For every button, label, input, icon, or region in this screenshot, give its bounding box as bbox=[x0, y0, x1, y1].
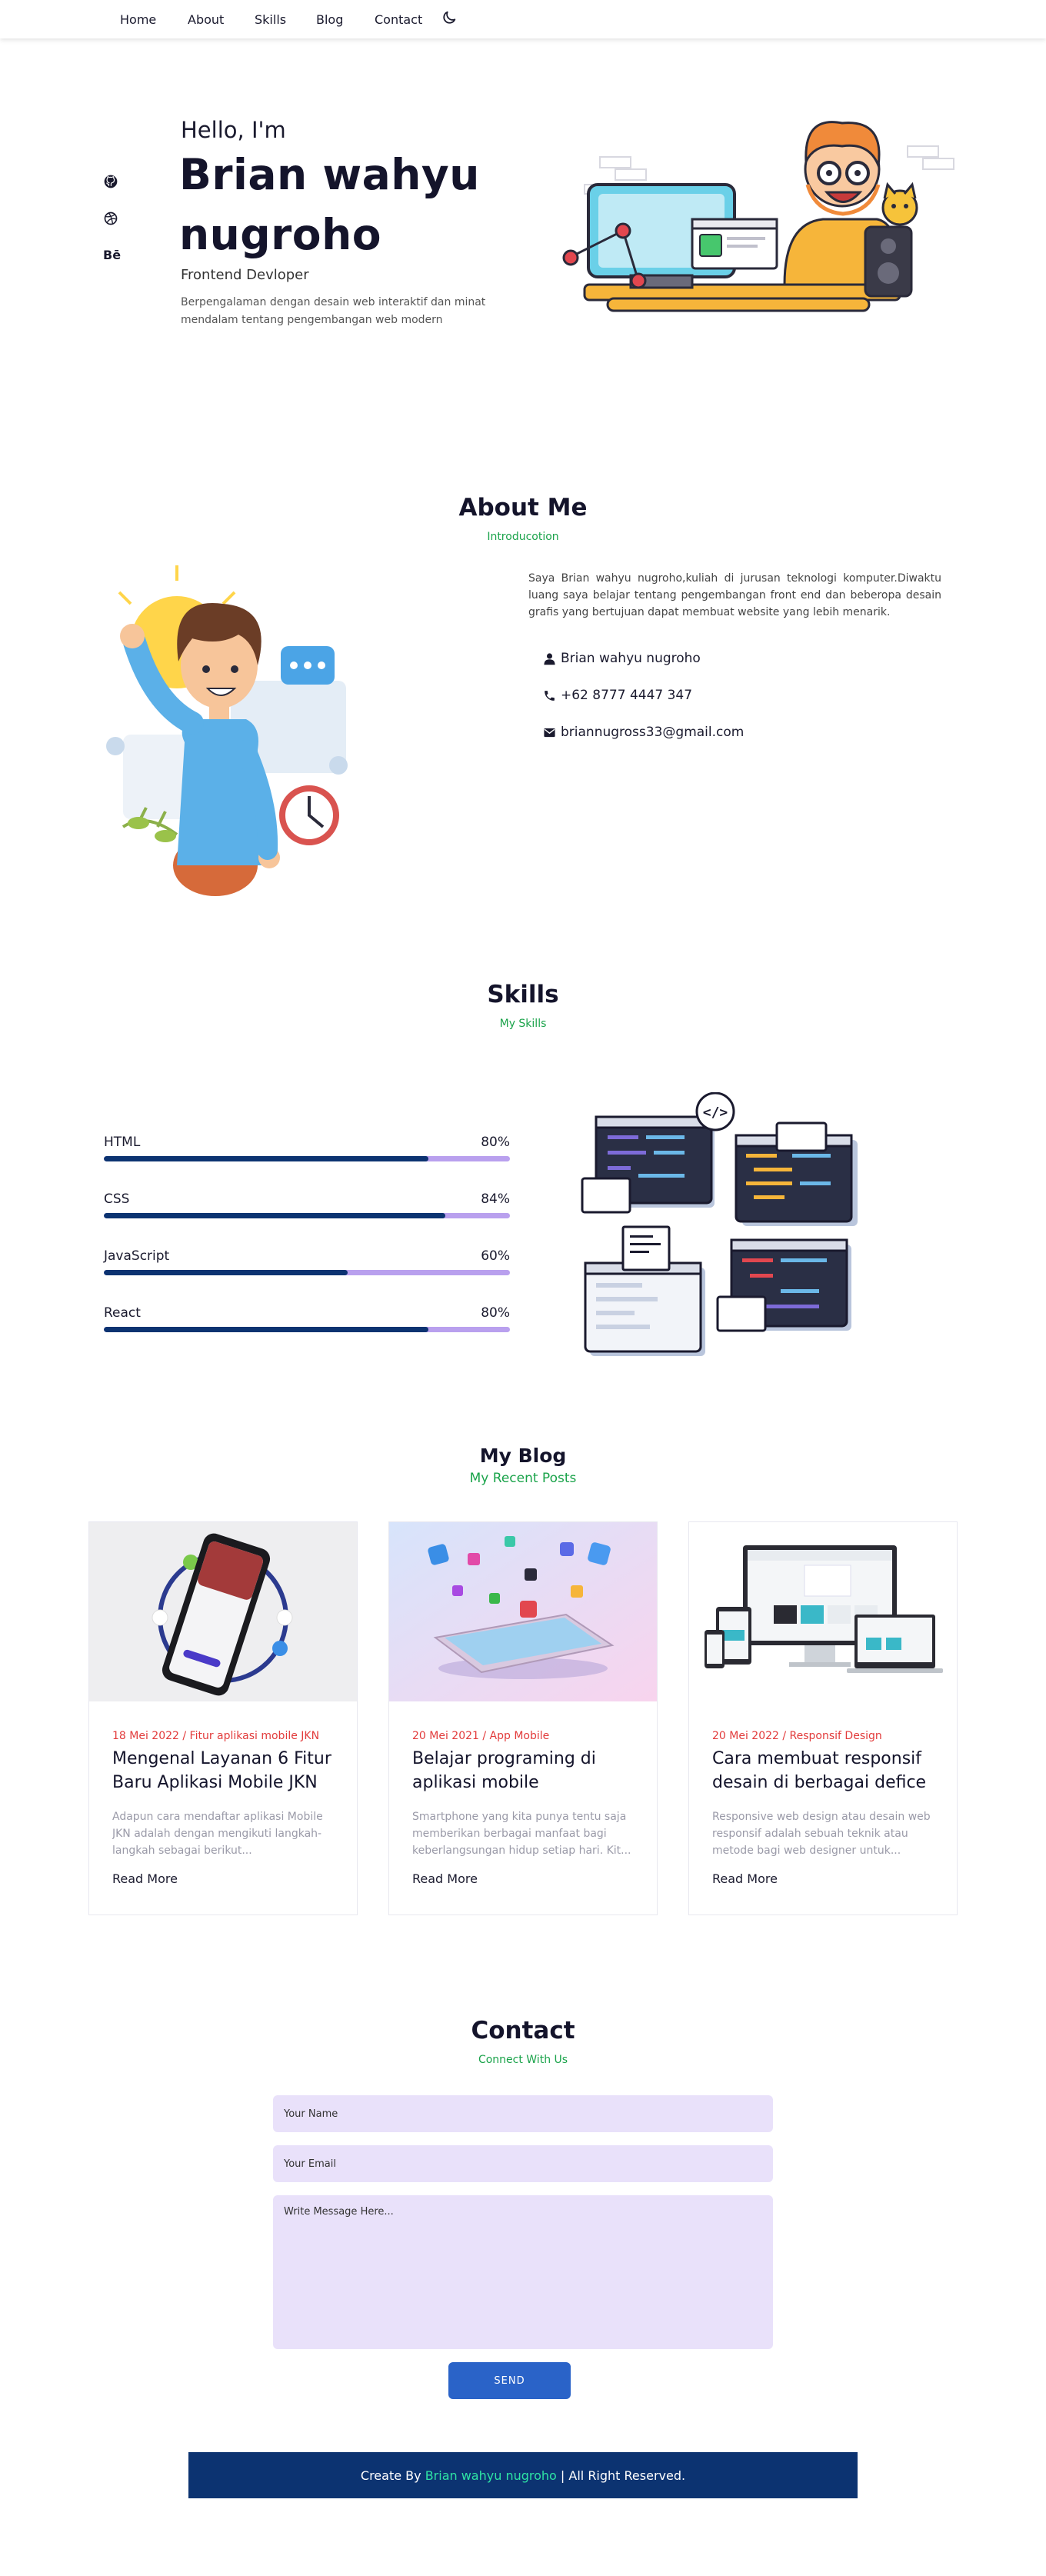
skill-react: React 80% bbox=[104, 1305, 510, 1332]
blog-title: My Blog bbox=[479, 1445, 567, 1467]
read-more-link[interactable]: Read More bbox=[112, 1871, 178, 1886]
blog-card-image bbox=[89, 1522, 357, 1701]
blog-card-excerpt: Adapun cara mendaftar aplikasi Mobile JK… bbox=[112, 1811, 323, 1857]
mail-icon bbox=[544, 728, 555, 737]
blog-card-title[interactable]: Cara membuat responsif desain di berbaga… bbox=[712, 1747, 937, 1795]
about-name-row: Brian wahyu nugroho bbox=[543, 651, 701, 666]
mobile-jkn-phone-image bbox=[89, 1522, 357, 1701]
skill-percent: 80% bbox=[481, 1135, 510, 1150]
skill-bar bbox=[104, 1327, 510, 1332]
about-title: About Me bbox=[458, 494, 588, 522]
blog-card-meta: 20 Mei 2022 / Responsif Design bbox=[712, 1730, 882, 1742]
nav-home[interactable]: Home bbox=[120, 12, 156, 27]
blog-subtitle: My Recent Posts bbox=[469, 1471, 577, 1486]
name-input[interactable] bbox=[273, 2095, 773, 2132]
about-description: Saya Brian wahyu nugroho,kuliah di jurus… bbox=[528, 572, 941, 618]
about-email: briannugross33@gmail.com bbox=[561, 725, 745, 740]
footer: Create By Brian wahyu nugroho | All Righ… bbox=[188, 2452, 858, 2498]
contact-subtitle: Connect With Us bbox=[478, 2054, 568, 2066]
skill-percent: 84% bbox=[481, 1191, 510, 1207]
developer-illustration bbox=[562, 121, 954, 312]
read-more-link[interactable]: Read More bbox=[412, 1871, 478, 1886]
hero-role: Frontend Devloper bbox=[181, 267, 309, 283]
skill-percent: 60% bbox=[481, 1248, 510, 1264]
skill-bar-fill bbox=[104, 1156, 429, 1161]
top-nav: Home About Skills Blog Contact bbox=[0, 0, 1046, 38]
skill-css: CSS 84% bbox=[104, 1191, 510, 1218]
skill-label: JavaScript bbox=[104, 1248, 170, 1264]
about-name: Brian wahyu nugroho bbox=[561, 651, 701, 666]
skill-bar-fill bbox=[104, 1213, 445, 1218]
skill-html: HTML 80% bbox=[104, 1135, 510, 1161]
blog-card-meta: 20 Mei 2021 / App Mobile bbox=[412, 1730, 550, 1742]
skill-bar bbox=[104, 1213, 510, 1218]
skill-javascript: JavaScript 60% bbox=[104, 1248, 510, 1275]
skill-bar-fill bbox=[104, 1270, 348, 1275]
skill-label: HTML bbox=[104, 1135, 141, 1150]
skills-subtitle: My Skills bbox=[499, 1018, 547, 1030]
nav-blog[interactable]: Blog bbox=[316, 12, 343, 27]
user-icon bbox=[544, 652, 555, 665]
svg-text:</>: </> bbox=[703, 1105, 728, 1121]
footer-prefix: Create By bbox=[360, 2468, 425, 2483]
dribbble-icon[interactable] bbox=[103, 211, 118, 226]
blog-card-meta: 18 Mei 2022 / Fitur aplikasi mobile JKN bbox=[112, 1730, 320, 1742]
about-phone: +62 8777 4447 347 bbox=[561, 688, 693, 703]
skill-bar-fill bbox=[104, 1327, 429, 1332]
blog-card-image bbox=[389, 1522, 657, 1701]
skill-bar bbox=[104, 1270, 510, 1275]
nav-about[interactable]: About bbox=[188, 12, 224, 27]
about-email-row: briannugross33@gmail.com bbox=[543, 725, 744, 740]
hero-name: Brian wahyu nugroho bbox=[179, 150, 480, 259]
floating-app-icons-image bbox=[389, 1522, 657, 1701]
message-textarea[interactable] bbox=[273, 2195, 773, 2349]
hero-greeting: Hello, I'm bbox=[181, 117, 286, 143]
blog-card-title[interactable]: Mengenal Layanan 6 Fitur Baru Aplikasi M… bbox=[112, 1747, 337, 1795]
person-waving-illustration bbox=[106, 565, 348, 896]
about-phone-row: +62 8777 4447 347 bbox=[543, 688, 692, 703]
contact-title: Contact bbox=[471, 2017, 575, 2044]
moon-icon[interactable] bbox=[441, 9, 458, 26]
skill-percent: 80% bbox=[481, 1305, 510, 1321]
about-subtitle: Introducotion bbox=[487, 531, 559, 543]
phone-icon bbox=[545, 690, 555, 701]
nav-skills[interactable]: Skills bbox=[255, 12, 286, 27]
footer-author: Brian wahyu nugroho bbox=[425, 2468, 557, 2483]
send-button[interactable]: SEND bbox=[448, 2362, 571, 2399]
blog-card-excerpt: Responsive web design atau desain web re… bbox=[712, 1811, 931, 1857]
blog-card-title[interactable]: Belajar programing di aplikasi mobile bbox=[412, 1747, 637, 1795]
footer-suffix: | All Right Reserved. bbox=[556, 2468, 686, 2483]
skills-title: Skills bbox=[487, 981, 559, 1008]
code-windows-illustration: </> bbox=[581, 1092, 858, 1356]
skill-bar bbox=[104, 1156, 510, 1161]
blog-card-image bbox=[689, 1522, 957, 1701]
responsive-devices-image bbox=[689, 1522, 957, 1701]
blog-card[interactable]: 20 Mei 2021 / App Mobile Belajar program… bbox=[388, 1521, 658, 1915]
behance-icon[interactable]: Bē bbox=[103, 248, 121, 262]
github-icon[interactable] bbox=[103, 174, 118, 189]
blog-card[interactable]: 18 Mei 2022 / Fitur aplikasi mobile JKN … bbox=[88, 1521, 358, 1915]
blog-card[interactable]: 20 Mei 2022 / Responsif Design Cara memb… bbox=[688, 1521, 958, 1915]
blog-card-excerpt: Smartphone yang kita punya tentu saja me… bbox=[412, 1811, 631, 1857]
skill-label: CSS bbox=[104, 1191, 130, 1207]
email-input[interactable] bbox=[273, 2145, 773, 2182]
nav-contact[interactable]: Contact bbox=[375, 12, 422, 27]
skill-label: React bbox=[104, 1305, 141, 1321]
hero-description: Berpengalaman dengan desain web interakt… bbox=[181, 296, 486, 326]
read-more-link[interactable]: Read More bbox=[712, 1871, 778, 1886]
